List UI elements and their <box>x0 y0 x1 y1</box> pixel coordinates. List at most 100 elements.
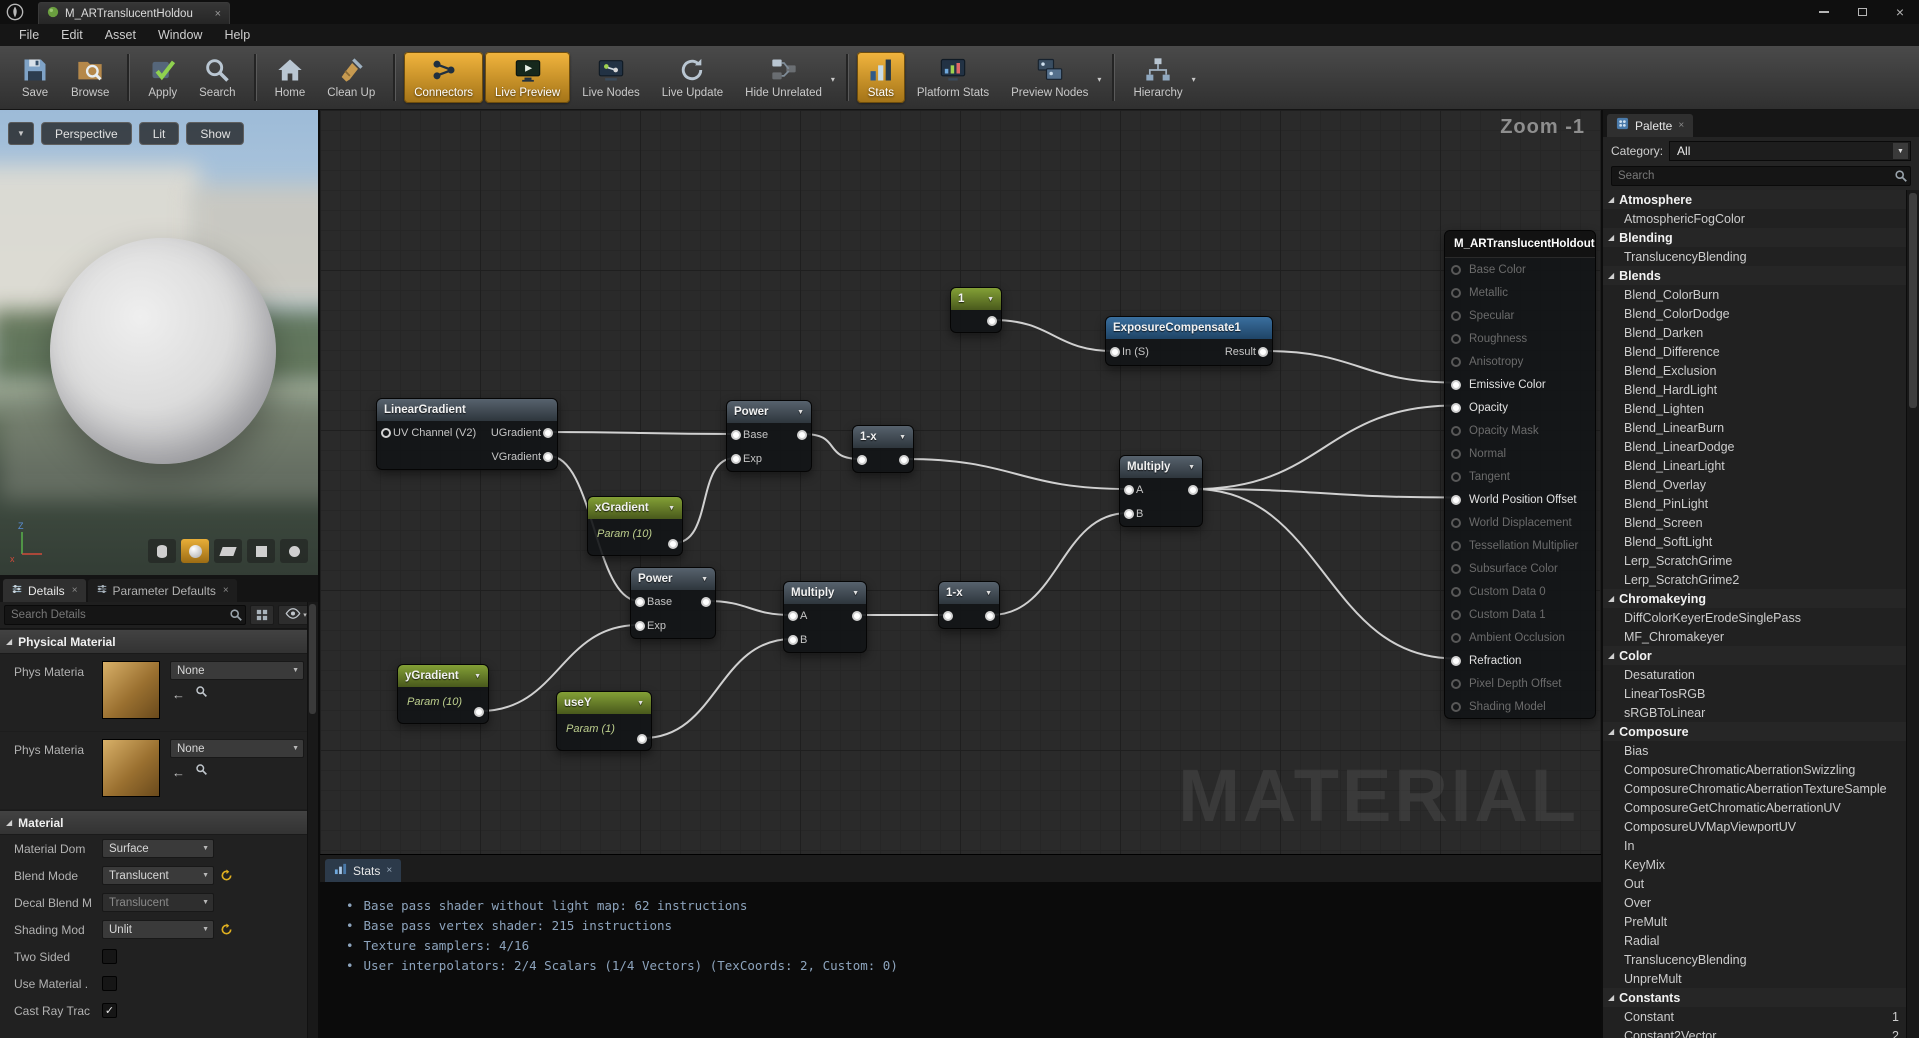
preview-shape-cylinder-button[interactable] <box>148 539 176 563</box>
display-options-button[interactable] <box>250 605 274 625</box>
palette-item-translucencyblending[interactable]: TranslucencyBlending <box>1603 950 1907 969</box>
chevron-down-icon[interactable]: ▼ <box>637 700 644 707</box>
material-output-pin-row[interactable]: Pixel Depth Offset <box>1445 672 1595 695</box>
decal-blend-m-dropdown[interactable]: Translucent▼ <box>102 893 214 912</box>
material-output-pin-row[interactable]: Anisotropy <box>1445 350 1595 373</box>
material-output-pin-row[interactable]: Emissive Color <box>1445 373 1595 396</box>
use-material-checkbox[interactable] <box>102 976 117 991</box>
input-pin[interactable] <box>731 454 741 464</box>
palette-item-blend-lighten[interactable]: Blend_Lighten <box>1603 399 1907 418</box>
palette-section-blends[interactable]: ◢Blends <box>1603 266 1907 285</box>
input-pin[interactable] <box>788 611 798 621</box>
preview-mesh-sphere[interactable] <box>50 238 276 464</box>
palette-item-mf-chromakeyer[interactable]: MF_Chromakeyer <box>1603 627 1907 646</box>
material-input-pin[interactable] <box>1451 288 1461 298</box>
graph-node-usey[interactable]: useY▼Param (1) <box>556 691 652 751</box>
palette-item-blend-difference[interactable]: Blend_Difference <box>1603 342 1907 361</box>
input-pin[interactable] <box>1110 347 1120 357</box>
graph-node-constant-1[interactable]: 1▼ <box>950 287 1002 333</box>
material-input-pin[interactable] <box>1451 426 1461 436</box>
material-output-pin-row[interactable]: Custom Data 0 <box>1445 580 1595 603</box>
output-pin[interactable] <box>852 611 862 621</box>
material-thumbnail[interactable] <box>102 661 160 719</box>
live-update-button[interactable]: Live Update <box>652 52 733 103</box>
palette-item-blend-colorburn[interactable]: Blend_ColorBurn <box>1603 285 1907 304</box>
palette-item-premult[interactable]: PreMult <box>1603 912 1907 931</box>
browse-to-asset-icon[interactable] <box>195 685 208 703</box>
reset-to-default-icon[interactable] <box>220 923 233 936</box>
palette-item-out[interactable]: Out <box>1603 874 1907 893</box>
graph-node-ygradient[interactable]: yGradient▼Param (10) <box>397 664 489 724</box>
section-physical-material[interactable]: ◢ Physical Material <box>0 629 318 654</box>
output-pin[interactable] <box>1188 485 1198 495</box>
preview-shape-cube-button[interactable] <box>247 539 275 563</box>
section-material[interactable]: ◢ Material <box>0 810 318 835</box>
graph-node-power[interactable]: Power▼BaseExp <box>630 567 716 639</box>
output-pin[interactable] <box>701 597 711 607</box>
output-pin[interactable] <box>543 428 553 438</box>
preview-shape-plane-button[interactable] <box>214 539 242 563</box>
material-input-pin[interactable] <box>1451 472 1461 482</box>
palette-item-diffcolorkeyererodesinglepass[interactable]: DiffColorKeyerErodeSinglePass <box>1603 608 1907 627</box>
chevron-down-icon[interactable]: ▼ <box>474 673 481 680</box>
palette-item-keymix[interactable]: KeyMix <box>1603 855 1907 874</box>
close-button[interactable]: × <box>1881 0 1919 24</box>
material-output-pin-row[interactable]: Roughness <box>1445 327 1595 350</box>
graph-node-lineargradient[interactable]: LinearGradientUV Channel (V2)UGradientVG… <box>376 398 558 470</box>
material-output-pin-row[interactable]: Specular <box>1445 304 1595 327</box>
palette-item-bias[interactable]: Bias <box>1603 741 1907 760</box>
material-input-pin[interactable] <box>1451 656 1461 666</box>
material-input-pin[interactable] <box>1451 334 1461 344</box>
material-input-pin[interactable] <box>1451 265 1461 275</box>
two-sided-checkbox[interactable] <box>102 949 117 964</box>
input-pin[interactable] <box>1124 485 1134 495</box>
tab-palette[interactable]: Palette × <box>1607 114 1693 137</box>
palette-section-blending[interactable]: ◢Blending <box>1603 228 1907 247</box>
material-input-pin[interactable] <box>1451 311 1461 321</box>
browse-button[interactable]: Browse <box>61 52 119 103</box>
graph-node-1-x[interactable]: 1-x▼ <box>938 581 1000 629</box>
material-input-pin[interactable] <box>1451 633 1461 643</box>
chevron-down-icon[interactable]: ▾ <box>1097 75 1101 84</box>
viewport-options-button[interactable]: ▼ <box>8 122 34 145</box>
material-input-pin[interactable] <box>1451 380 1461 390</box>
palette-item-lerp-scratchgrime[interactable]: Lerp_ScratchGrime <box>1603 551 1907 570</box>
material-output-pin-row[interactable]: Tessellation Multiplier <box>1445 534 1595 557</box>
material-output-pin-row[interactable]: Tangent <box>1445 465 1595 488</box>
chevron-down-icon[interactable]: ▼ <box>701 576 708 583</box>
input-pin[interactable] <box>788 635 798 645</box>
graph-canvas[interactable]: MATERIAL 1▼ExposureCompensate1In (S)Resu… <box>320 110 1601 854</box>
close-icon[interactable]: × <box>386 865 392 876</box>
material-output-pin-row[interactable]: Refraction <box>1445 649 1595 672</box>
palette-section-constants[interactable]: ◢Constants <box>1603 988 1907 1007</box>
palette-section-color[interactable]: ◢Color <box>1603 646 1907 665</box>
phys-material-dropdown[interactable]: None▼ <box>170 739 304 758</box>
chevron-down-icon[interactable]: ▼ <box>985 590 992 597</box>
palette-item-radial[interactable]: Radial <box>1603 931 1907 950</box>
cast-ray-trac-checkbox[interactable]: ✓ <box>102 1003 117 1018</box>
input-pin[interactable] <box>731 430 741 440</box>
graph-node-multiply[interactable]: Multiply▼AB <box>1119 455 1203 527</box>
home-button[interactable]: Home <box>265 52 316 103</box>
material-output-pin-row[interactable]: World Displacement <box>1445 511 1595 534</box>
output-pin[interactable] <box>987 316 997 326</box>
menu-window[interactable]: Window <box>147 28 213 42</box>
use-selected-asset-icon[interactable]: ← <box>172 688 185 701</box>
palette-item-in[interactable]: In <box>1603 836 1907 855</box>
chevron-down-icon[interactable]: ▼ <box>797 409 804 416</box>
material-thumbnail[interactable] <box>102 739 160 797</box>
search-button[interactable]: Search <box>189 52 245 103</box>
graph-node-multiply[interactable]: Multiply▼AB <box>783 581 867 653</box>
category-dropdown[interactable]: All ▼ <box>1669 141 1911 161</box>
input-pin[interactable] <box>635 597 645 607</box>
palette-item-constant[interactable]: Constant1 <box>1603 1007 1907 1026</box>
palette-search-input[interactable] <box>1611 166 1911 186</box>
palette-item-blend-lineardodge[interactable]: Blend_LinearDodge <box>1603 437 1907 456</box>
platform-stats-button[interactable]: Platform Stats <box>907 52 999 103</box>
material-input-pin[interactable] <box>1451 495 1461 505</box>
clean-up-button[interactable]: Clean Up <box>317 52 385 103</box>
live-preview-button[interactable]: Live Preview <box>485 52 570 103</box>
material-output-pin-row[interactable]: Shading Model <box>1445 695 1595 718</box>
stats-button[interactable]: Stats <box>857 52 905 103</box>
palette-item-blend-screen[interactable]: Blend_Screen <box>1603 513 1907 532</box>
